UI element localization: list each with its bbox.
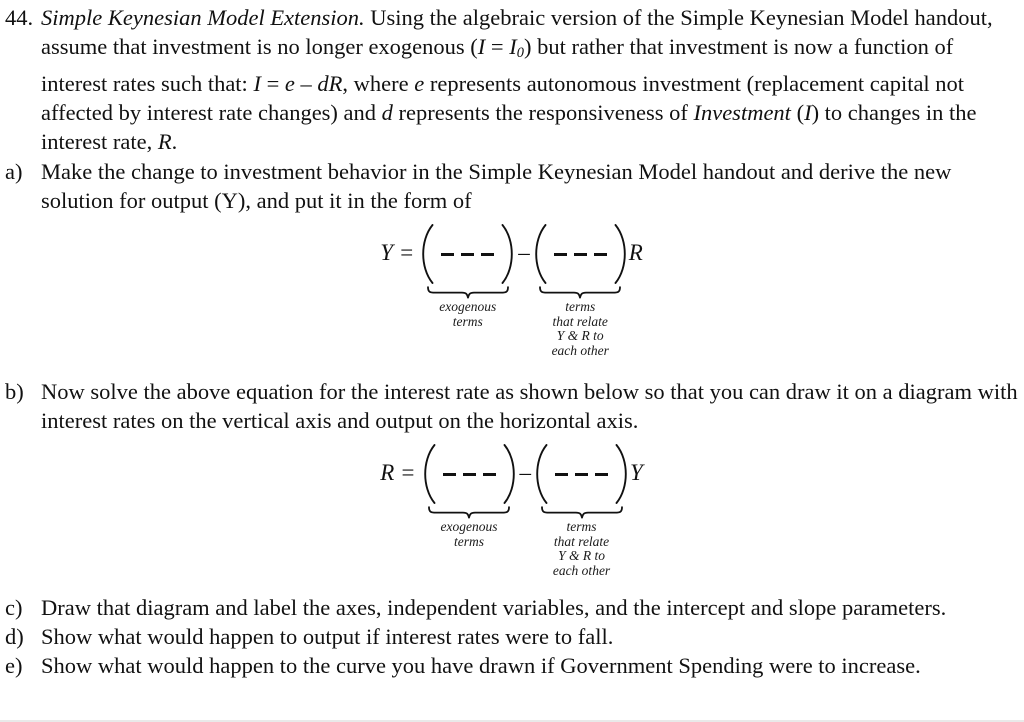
equation-2: R = exogenous terms – terms that relate …: [5, 443, 1018, 578]
equation-2-group-1-caption: exogenous terms: [440, 519, 498, 549]
equation-1-group-2-dashes: [547, 252, 614, 256]
equation-1-group-2-caption: terms that relate Y & R to each other: [551, 299, 609, 359]
underbrace-icon: [427, 506, 511, 519]
underbrace-icon: [426, 286, 510, 299]
symbol-e-2: e: [414, 70, 425, 96]
list-text-d: Show what would happen to output if inte…: [41, 623, 614, 649]
list-item-b: b) Now solve the above equation for the …: [5, 377, 1018, 436]
list-marker-d: d): [5, 623, 24, 649]
question-intro-text: Simple Keynesian Model Extension. Using …: [41, 3, 1018, 157]
right-parenthesis-icon: [501, 224, 514, 285]
symbol-I-3: I: [804, 100, 812, 126]
equation-2-trailing-variable: Y: [630, 460, 643, 486]
question-title: Simple Keynesian Model Extension.: [41, 5, 365, 30]
equation-2-group-1: exogenous terms: [423, 443, 516, 549]
equation-2-group-2-paren-row: [535, 443, 628, 505]
list-text-a: Make the change to investment behavior i…: [41, 158, 952, 213]
equation-2-group-2-caption: terms that relate Y & R to each other: [552, 519, 611, 578]
list-item-e: e) Show what would happen to the curve y…: [5, 651, 1018, 680]
equation-1-trailing-variable: R: [628, 240, 643, 266]
dash-glyph: [555, 472, 569, 476]
dash-glyph: [441, 252, 455, 256]
symbol-d: d: [381, 100, 393, 126]
term-investment: Investment: [693, 100, 791, 126]
intro-text-8: .: [171, 129, 178, 155]
equation-1-group-1-paren-row: [421, 223, 514, 285]
equation-1-group-1-caption: exogenous terms: [439, 299, 497, 329]
right-parenthesis-icon: [615, 444, 628, 505]
dash-glyph: [461, 252, 475, 256]
dash-glyph: [573, 252, 587, 256]
list-marker-c: c): [5, 594, 23, 620]
list-item-c: c) Draw that diagram and label the axes,…: [5, 593, 1018, 622]
dash-glyph: [553, 252, 567, 256]
spacer-before-equation-1: [5, 215, 1018, 223]
equation-1: Y = exogenous terms – terms that relate …: [5, 223, 1018, 358]
list-text-b: Now solve the above equation for the int…: [41, 378, 1018, 433]
equation-2-operator: –: [519, 460, 532, 486]
question-44-block: 44. Simple Keynesian Model Extension. Us…: [5, 3, 1018, 157]
equation-2-inner: R = exogenous terms – terms that relate …: [380, 443, 643, 578]
equation-2-group-2-dashes: [548, 472, 615, 476]
equation-1-group-1: exogenous terms: [421, 223, 514, 329]
left-parenthesis-icon: [534, 224, 547, 285]
symbol-I0-subscript: 0: [516, 45, 524, 62]
equation-2-group-2: terms that relate Y & R to each other: [535, 443, 628, 578]
dash-glyph: [595, 472, 609, 476]
spacer-before-equation-2: [5, 435, 1018, 443]
equation-1-operator: –: [518, 240, 530, 266]
intro-text-6: (: [790, 100, 805, 126]
equation-1-lhs: Y =: [380, 240, 415, 266]
left-parenthesis-icon: [421, 224, 434, 285]
list-marker-e: e): [5, 653, 23, 679]
symbol-I0-base: I: [509, 34, 517, 60]
left-parenthesis-icon: [535, 444, 548, 505]
question-number: 44.: [5, 5, 34, 30]
equals-2: =: [260, 70, 285, 96]
dash-glyph: [482, 472, 496, 476]
list-item-a: a) Make the change to investment behavio…: [5, 157, 1018, 216]
equation-2-group-1-paren-row: [423, 443, 516, 505]
right-parenthesis-icon: [503, 444, 516, 505]
dash-glyph: [593, 252, 607, 256]
equation-1-group-2: terms that relate Y & R to each other: [534, 223, 627, 358]
equation-2-group-1-dashes: [436, 472, 503, 476]
list-marker-b: b): [5, 378, 24, 404]
equation-1-inner: Y = exogenous terms – terms that relate …: [380, 223, 643, 358]
symbol-R: R: [157, 129, 172, 155]
left-parenthesis-icon: [423, 444, 436, 505]
minus-sign-inline: –: [294, 70, 318, 96]
symbol-I-2: I: [253, 70, 261, 96]
underbrace-icon: [540, 506, 624, 519]
list-item-d: d) Show what would happen to output if i…: [5, 622, 1018, 651]
dash-glyph: [462, 472, 476, 476]
right-parenthesis-icon: [614, 224, 627, 285]
symbol-e-1: e: [284, 70, 295, 96]
intro-text-3: , where: [342, 70, 415, 96]
equation-1-group-2-paren-row: [534, 223, 627, 285]
list-text-c: Draw that diagram and label the axes, in…: [41, 594, 947, 620]
intro-text-5: represents the responsiveness of: [392, 100, 694, 126]
spacer-after-equation-2: [5, 579, 1018, 593]
list-text-e: Show what would happen to the curve you …: [41, 653, 921, 679]
dash-glyph: [575, 472, 589, 476]
equals-1: =: [485, 34, 510, 60]
list-marker-a: a): [5, 158, 23, 184]
symbol-dR: dR: [317, 70, 343, 96]
underbrace-icon: [538, 286, 622, 299]
document-page: 44. Simple Keynesian Model Extension. Us…: [0, 0, 1024, 722]
equation-2-lhs: R =: [380, 460, 416, 486]
dash-glyph: [481, 252, 495, 256]
dash-glyph: [442, 472, 456, 476]
spacer-after-equation-1: [5, 359, 1018, 377]
equation-1-group-1-dashes: [434, 252, 501, 256]
